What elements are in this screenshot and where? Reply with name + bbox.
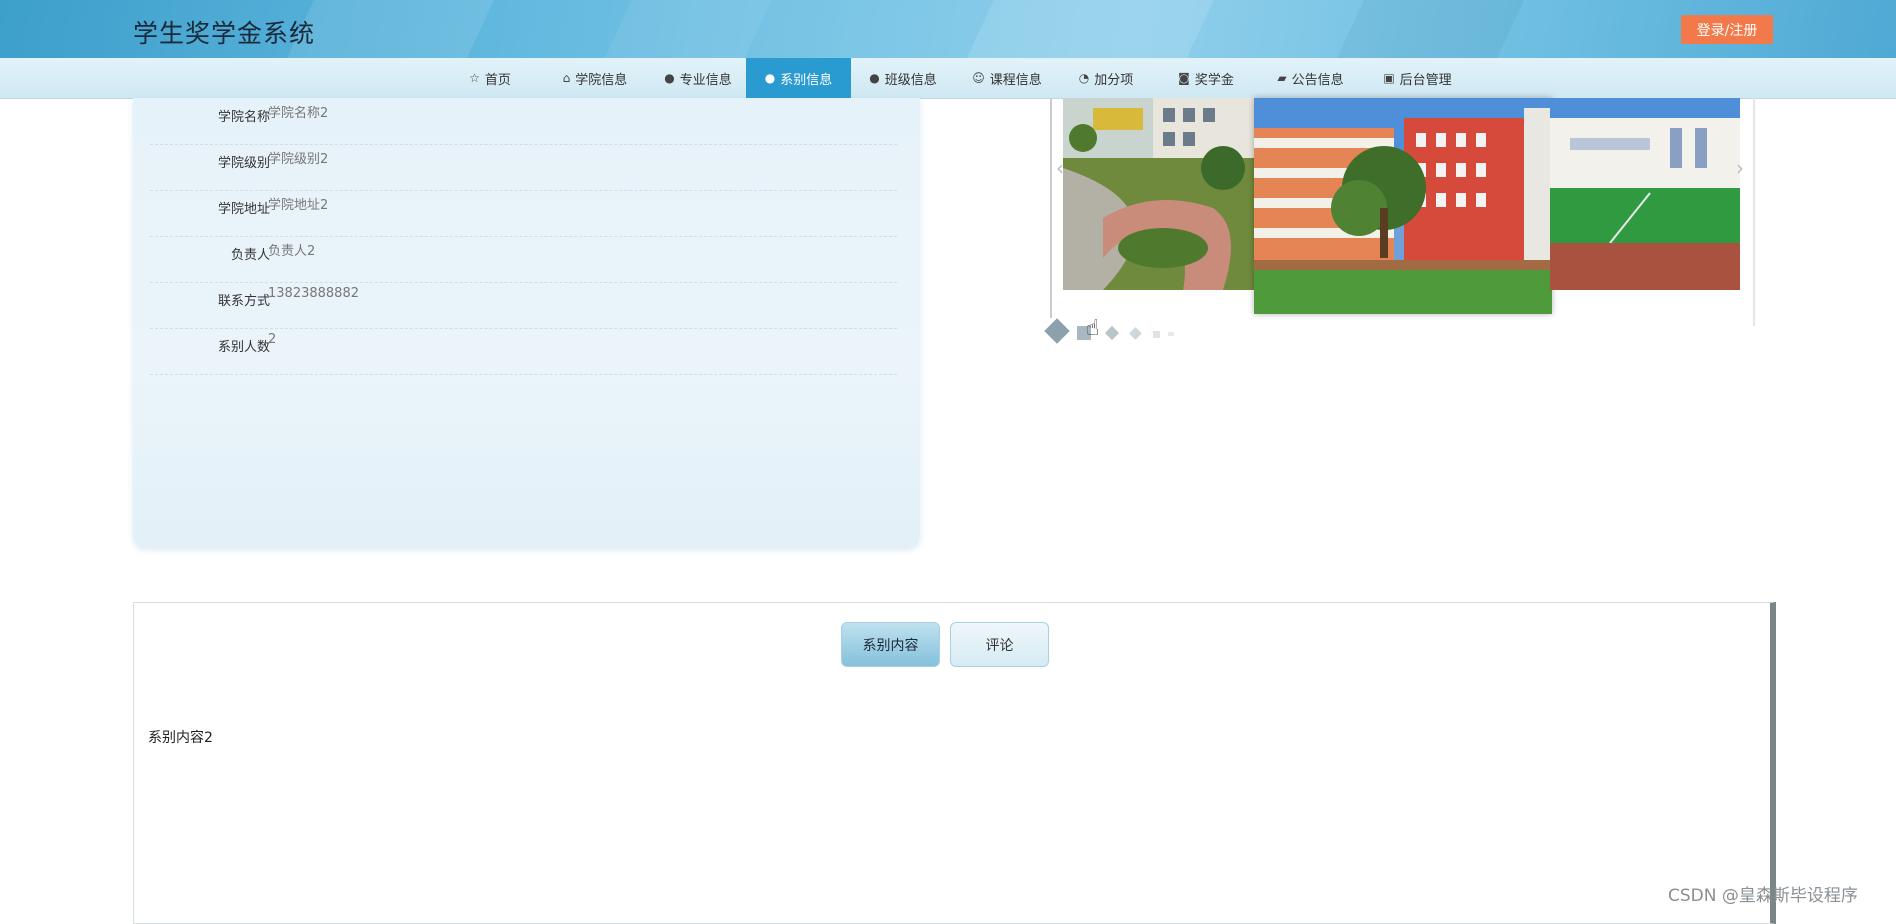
campus-garden-image [1063, 98, 1255, 290]
nav-item-label: 首页 [484, 72, 511, 88]
image-carousel: ‹ › [1044, 98, 1755, 344]
carousel-slide[interactable] [1063, 98, 1255, 290]
field-value: 负责人2 [268, 244, 316, 259]
detail-row: 联系方式 13823888882 [150, 282, 897, 329]
nav-item-department-info[interactable]: ● 系别信息 [746, 58, 851, 98]
carousel-dot[interactable] [1153, 331, 1160, 338]
detail-row: 系别人数 2 [150, 328, 897, 375]
hand-cursor-icon: ☝ [1086, 316, 1100, 341]
field-value: 2 [268, 332, 277, 347]
field-value: 学院级别2 [268, 152, 329, 167]
nav-item-label: 学院信息 [575, 72, 628, 88]
field-label: 系别人数 [217, 340, 270, 355]
camera-icon: ◙ [1178, 71, 1190, 85]
nav-item-label: 加分项 [1094, 72, 1134, 88]
detail-tabs-panel: 系别内容 评论 系别内容2 [133, 602, 1776, 924]
smile-icon: ☺ [972, 71, 985, 85]
car-icon: ▰ [1277, 71, 1287, 85]
school-building-image [1254, 98, 1552, 314]
nav-item-bonus-points[interactable]: ◔ 加分项 [1057, 58, 1155, 98]
carousel-frame [1753, 98, 1755, 326]
department-content-text: 系别内容2 [148, 730, 213, 746]
nav-item-label: 后台管理 [1399, 72, 1452, 88]
nav-item-label: 奖学金 [1194, 72, 1234, 88]
nav-item-home[interactable]: ☆ 首页 [440, 58, 540, 98]
info-icon: ● [869, 71, 880, 85]
carousel-prev-arrow[interactable]: ‹ [1056, 156, 1064, 180]
question-circle-icon: ● [764, 71, 776, 85]
watermark-text: CSDN @皇森斯毕设程序 [1668, 886, 1858, 906]
detail-row: 学院地址 学院地址2 [150, 190, 897, 237]
info-circle-icon: ● [664, 71, 675, 85]
field-value: 13823888882 [268, 286, 359, 301]
carousel-slide[interactable] [1550, 98, 1740, 290]
field-label: 学院名称 [217, 110, 270, 125]
header-bar: 学生奖学金系统 登录/注册 [0, 0, 1896, 58]
tab-comments[interactable]: 评论 [950, 622, 1049, 667]
nav-item-label: 专业信息 [679, 72, 732, 88]
gift-icon: ▣ [1383, 71, 1395, 85]
carousel-dot[interactable] [1104, 325, 1120, 341]
login-register-button[interactable]: 登录/注册 [1681, 15, 1773, 44]
building-icon: ⌂ [562, 71, 571, 85]
field-label: 学院地址 [217, 202, 270, 217]
detail-row: 负责人 负责人2 [150, 236, 897, 283]
nav-item-course-info[interactable]: ☺ 课程信息 [957, 58, 1057, 98]
nav-item-label: 课程信息 [989, 72, 1042, 88]
carousel-dot[interactable] [1129, 327, 1142, 340]
nav-item-label: 系别信息 [780, 72, 833, 88]
carousel-frame [1050, 98, 1052, 318]
nav-item-label: 公告信息 [1291, 72, 1344, 88]
main-nav: ☆ 首页 ⌂ 学院信息 ● 专业信息 ● 系别信息 ● 班级信息 ☺ 课程信息 … [0, 58, 1896, 99]
nav-item-scholarship[interactable]: ◙ 奖学金 [1157, 58, 1255, 98]
sports-field-image [1550, 98, 1740, 290]
detail-card: 学院名称 学院名称2 学院级别 学院级别2 学院地址 学院地址2 负责人 负责人… [133, 98, 920, 548]
tab-department-content[interactable]: 系别内容 [841, 622, 940, 667]
field-label: 联系方式 [217, 294, 270, 309]
field-value: 学院地址2 [268, 198, 329, 213]
site-title: 学生奖学金系统 [133, 19, 316, 48]
field-value: 学院名称2 [268, 106, 329, 121]
nav-item-college-info[interactable]: ⌂ 学院信息 [545, 58, 645, 98]
carousel-dot[interactable] [1168, 332, 1174, 336]
nav-item-announcements[interactable]: ▰ 公告信息 [1258, 58, 1363, 98]
star-icon: ☆ [469, 71, 480, 85]
dashboard-icon: ◔ [1078, 71, 1090, 85]
carousel-dot[interactable] [1044, 318, 1070, 344]
carousel-slide[interactable] [1254, 98, 1552, 314]
detail-row: 学院级别 学院级别2 [150, 144, 897, 191]
detail-row: 学院名称 学院名称2 [150, 98, 897, 145]
nav-item-major-info[interactable]: ● 专业信息 [648, 58, 748, 98]
nav-item-class-info[interactable]: ● 班级信息 [853, 58, 953, 98]
carousel-next-arrow[interactable]: › [1736, 156, 1744, 180]
field-label: 学院级别 [217, 156, 270, 171]
nav-item-admin[interactable]: ▣ 后台管理 [1365, 58, 1470, 98]
field-label: 负责人 [230, 248, 270, 263]
nav-item-label: 班级信息 [884, 72, 937, 88]
